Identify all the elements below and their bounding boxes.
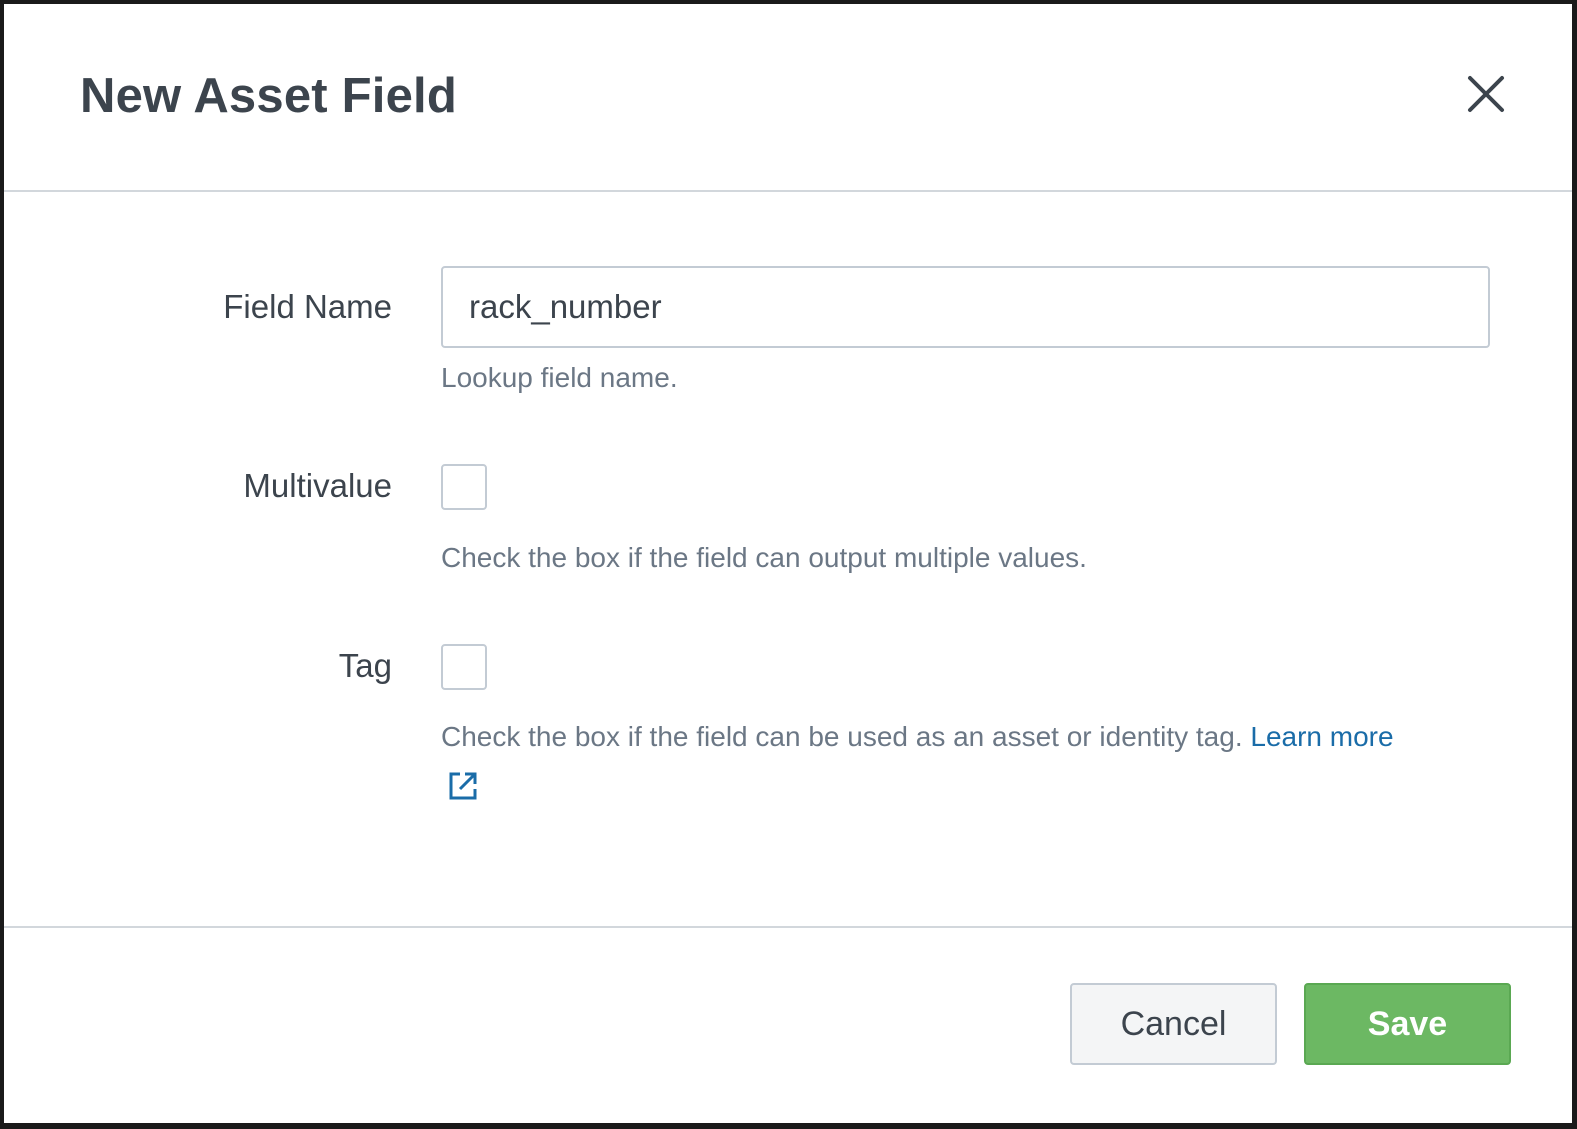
dialog-body: Field Name Lookup field name. Multivalue… xyxy=(4,192,1572,926)
external-link-icon[interactable] xyxy=(447,770,479,802)
dialog-header: New Asset Field xyxy=(4,4,1572,192)
learn-more-link[interactable]: Learn more xyxy=(1250,721,1393,752)
save-button[interactable]: Save xyxy=(1304,983,1511,1065)
field-name-help: Lookup field name. xyxy=(441,362,678,393)
close-button[interactable] xyxy=(1466,74,1506,114)
tag-help-text: Check the box if the field can be used a… xyxy=(441,721,1243,752)
tag-label: Tag xyxy=(338,647,392,684)
field-name-label: Field Name xyxy=(223,288,392,325)
close-icon xyxy=(1468,76,1504,112)
tag-help: Check the box if the field can be used a… xyxy=(441,721,1394,753)
multivalue-label: Multivalue xyxy=(243,467,392,504)
cancel-button[interactable]: Cancel xyxy=(1070,983,1277,1065)
dialog-footer: Cancel Save xyxy=(4,926,1572,1123)
tag-checkbox[interactable] xyxy=(441,644,487,690)
new-asset-field-dialog: New Asset Field Field Name Lookup field … xyxy=(0,0,1577,1129)
multivalue-checkbox[interactable] xyxy=(441,464,487,510)
dialog-title: New Asset Field xyxy=(80,69,457,123)
multivalue-help: Check the box if the field can output mu… xyxy=(441,542,1087,573)
field-name-input[interactable] xyxy=(441,266,1490,348)
